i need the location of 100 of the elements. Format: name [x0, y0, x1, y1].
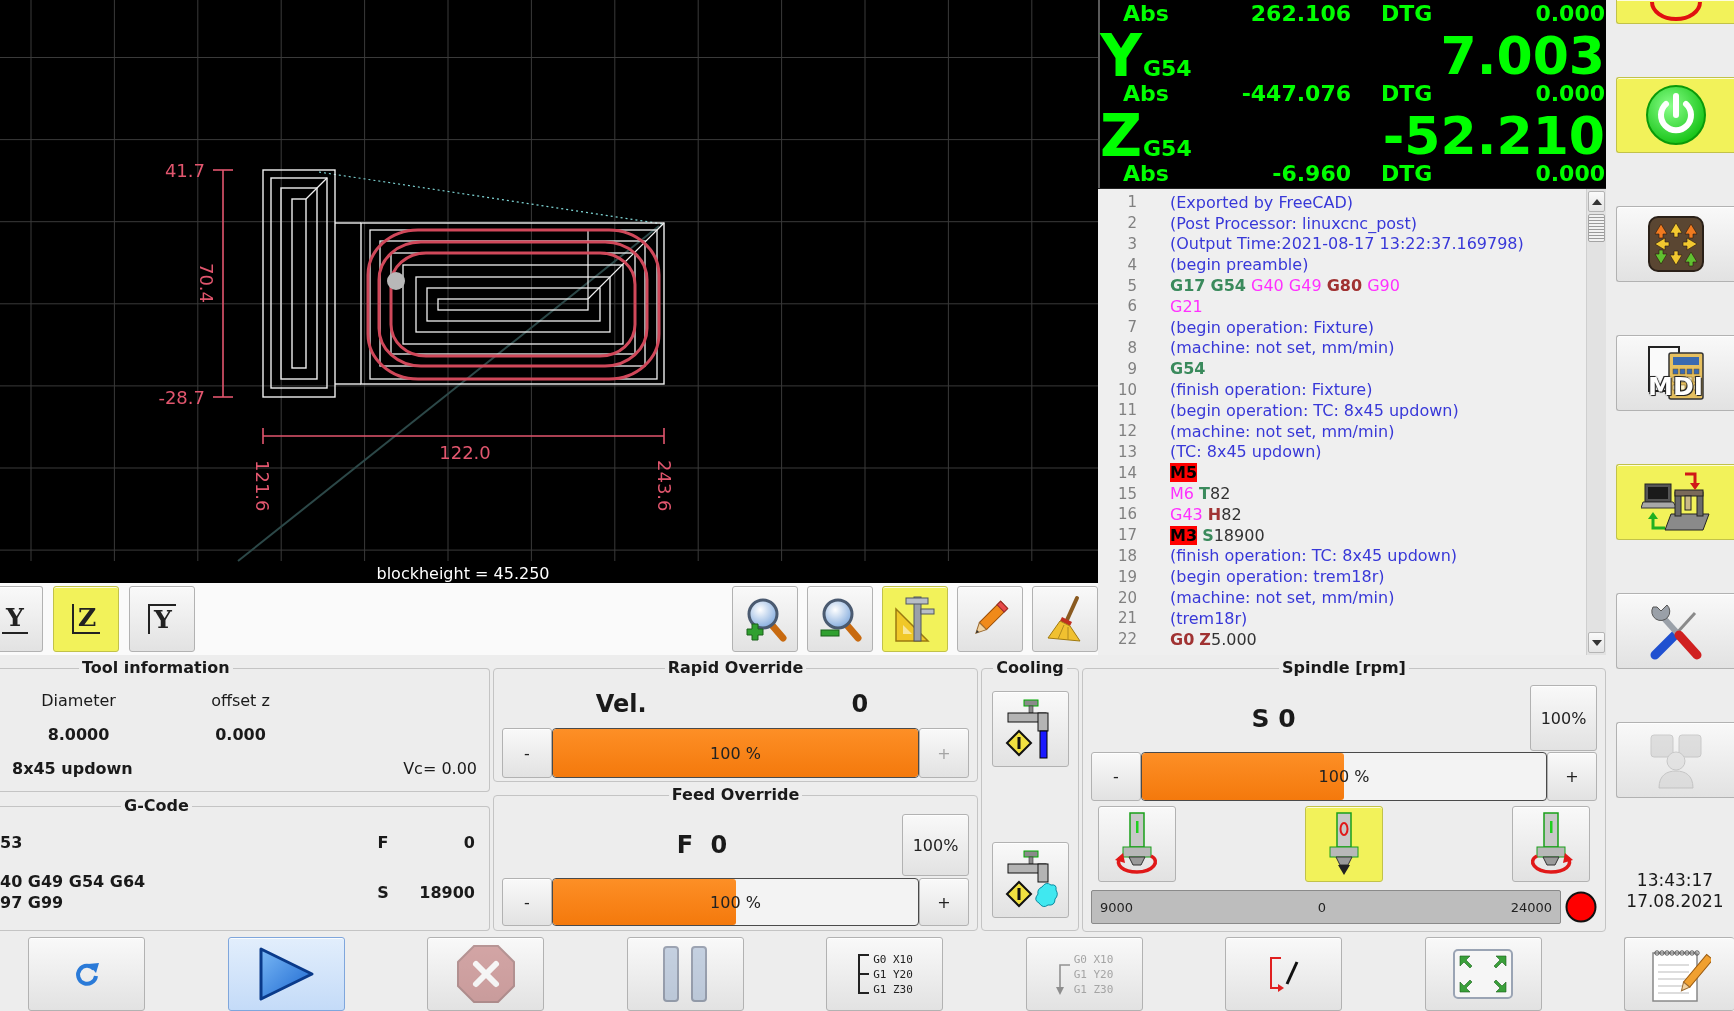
gcode-listing[interactable] [1098, 188, 1606, 655]
view-button[interactable]: Z [53, 586, 119, 652]
line-number: 15 [1116, 484, 1137, 503]
panel-title: Feed Override [670, 785, 801, 805]
line-number: 16 [1116, 505, 1137, 524]
step-button[interactable]: G0 X10 G1 Y20 G1 Z30 [826, 937, 943, 1011]
coordinate-system-label: G54 [1143, 138, 1192, 160]
clock-date: 17.08.2021 [1626, 891, 1724, 912]
play-icon [257, 946, 315, 1002]
abs-value: -447.076 [1241, 80, 1351, 108]
gcode-line[interactable]: (begin preamble) [1170, 255, 1309, 275]
gcode-line[interactable]: (Exported by FreeCAD) [1170, 192, 1354, 212]
power-button[interactable] [1616, 77, 1734, 153]
coordinate-system-label: G54 [1143, 58, 1192, 80]
diameter-label: Diameter [41, 690, 116, 710]
tool-marker-icon [387, 272, 405, 290]
increase-button[interactable]: + [1547, 752, 1597, 801]
spindle-right-button[interactable] [1512, 806, 1590, 882]
settings-button[interactable] [1616, 593, 1734, 669]
line-number: 18 [1116, 546, 1137, 565]
axis-letter: Y [1100, 32, 1142, 80]
tool-name: 8x45 updown [11, 758, 134, 778]
mist-button[interactable] [991, 842, 1069, 918]
view-button[interactable]: Y [0, 586, 43, 652]
gcode-line[interactable]: (machine: not set, mm/min) [1170, 588, 1395, 608]
active-gcodes: 97 G99 [0, 892, 64, 913]
dimension-label: 41.7 [164, 160, 205, 181]
scrollbar-thumb[interactable] [1588, 214, 1605, 242]
dimension-label: 122.0 [439, 442, 491, 463]
view-button[interactable]: Y [129, 586, 195, 652]
increase-button[interactable]: + [919, 878, 969, 926]
measure-button[interactable] [882, 586, 948, 652]
active-mcodes: 53 [0, 832, 24, 852]
fullscreen-button[interactable] [1424, 937, 1542, 1011]
reset-button[interactable]: 100% [1530, 685, 1597, 751]
line-number: 12 [1116, 422, 1137, 441]
line-number: 9 [1126, 359, 1137, 378]
gcode-line[interactable]: G17 G54 G40 G49 G80 G90 [1170, 276, 1400, 296]
axis-letter: Z [1100, 112, 1143, 160]
edit-button[interactable] [957, 586, 1023, 652]
decrease-button[interactable]: - [502, 878, 552, 926]
power-icon [1644, 84, 1707, 146]
gcode-line[interactable]: (machine: not set, mm/min) [1170, 338, 1395, 358]
zoom-in-button[interactable] [732, 586, 798, 652]
gcode-line[interactable]: G43 H82 [1170, 504, 1242, 524]
block-delete-button[interactable] [1225, 937, 1342, 1011]
gcode-line[interactable]: (Post Processor: linuxcnc_post) [1170, 213, 1417, 233]
override-slider[interactable]: 100 % [552, 728, 919, 778]
gcode-line[interactable]: (Output Time:2021-08-17 13:22:37.169798) [1170, 234, 1524, 254]
axis-position: -52.210 [1382, 112, 1605, 160]
gcode-line[interactable]: M3 S18900 [1170, 525, 1265, 545]
emergency-stop-icon [1647, 1, 1704, 22]
gcode-line[interactable]: (trem18r) [1170, 608, 1248, 628]
speed-label: S [377, 882, 389, 902]
emergency-stop-button[interactable] [1616, 0, 1734, 24]
gcode-line[interactable]: G54 [1170, 359, 1206, 379]
run-button[interactable] [227, 937, 345, 1011]
reset-button[interactable]: 100% [902, 814, 969, 876]
gcode-line[interactable]: (begin operation: Fixture) [1170, 317, 1375, 337]
toolpath-preview[interactable]: 41.7 -28.7 70.4 122.0 121.6 243.6 blockheight = 45.250 [0, 0, 1098, 583]
gcode-line[interactable]: (finish operation: TC: 8x45 updown) [1170, 546, 1458, 566]
auto-mode-button[interactable] [1616, 464, 1734, 540]
gcode-line[interactable]: M6 T82 [1170, 484, 1231, 504]
gcode-line[interactable]: (begin operation: trem18r) [1170, 567, 1385, 587]
gcode-line[interactable]: G0 Z5.000 [1170, 629, 1257, 649]
panel-title: Spindle [rpm] [1281, 658, 1407, 678]
decrease-button[interactable]: - [1091, 752, 1141, 801]
scrollbar[interactable] [1586, 189, 1606, 655]
gcode-line[interactable]: (begin operation: TC: 8x45 updown) [1170, 400, 1459, 420]
scroll-down-button[interactable] [1588, 632, 1605, 653]
diameter-value: 8.0000 [47, 724, 110, 744]
gcode-line[interactable]: (finish operation: Fixture) [1170, 380, 1373, 400]
spindle-stop-button[interactable] [1305, 806, 1383, 882]
velocity-value: 0 [851, 690, 869, 718]
active-gcodes: 40 G49 G54 G64 [0, 871, 146, 892]
flood-button[interactable] [991, 691, 1069, 767]
caliper-icon [894, 595, 936, 643]
cutting-speed: Vc= 0.00 [403, 758, 478, 778]
pause-icon [662, 945, 708, 1003]
scroll-up-button[interactable] [1588, 191, 1605, 212]
reload-button[interactable] [28, 937, 145, 1011]
gcode-line[interactable]: (TC: 8x45 updown) [1170, 442, 1322, 462]
line-number: 5 [1126, 276, 1137, 295]
zoom-out-button[interactable] [807, 586, 873, 652]
dtg-value: 0.000 [1535, 80, 1605, 108]
manual-mode-button[interactable] [1616, 206, 1734, 282]
line-number: 11 [1116, 401, 1137, 420]
line-number: 7 [1126, 318, 1137, 337]
feed-label: F [377, 832, 389, 852]
abs-label: Abs [1123, 0, 1169, 28]
spindle-left-button[interactable] [1098, 806, 1176, 882]
line-number: 13 [1116, 442, 1137, 461]
decrease-button[interactable]: - [502, 728, 552, 778]
panel-title: Tool information [81, 658, 231, 678]
dimension-label: 121.6 [252, 460, 273, 512]
clear-button[interactable] [1032, 586, 1098, 652]
feed-value: 0 [463, 832, 475, 852]
gcode-line[interactable]: (machine: not set, mm/min) [1170, 421, 1395, 441]
edit-button[interactable] [1624, 937, 1734, 1011]
dtg-label: DTG [1381, 0, 1433, 28]
